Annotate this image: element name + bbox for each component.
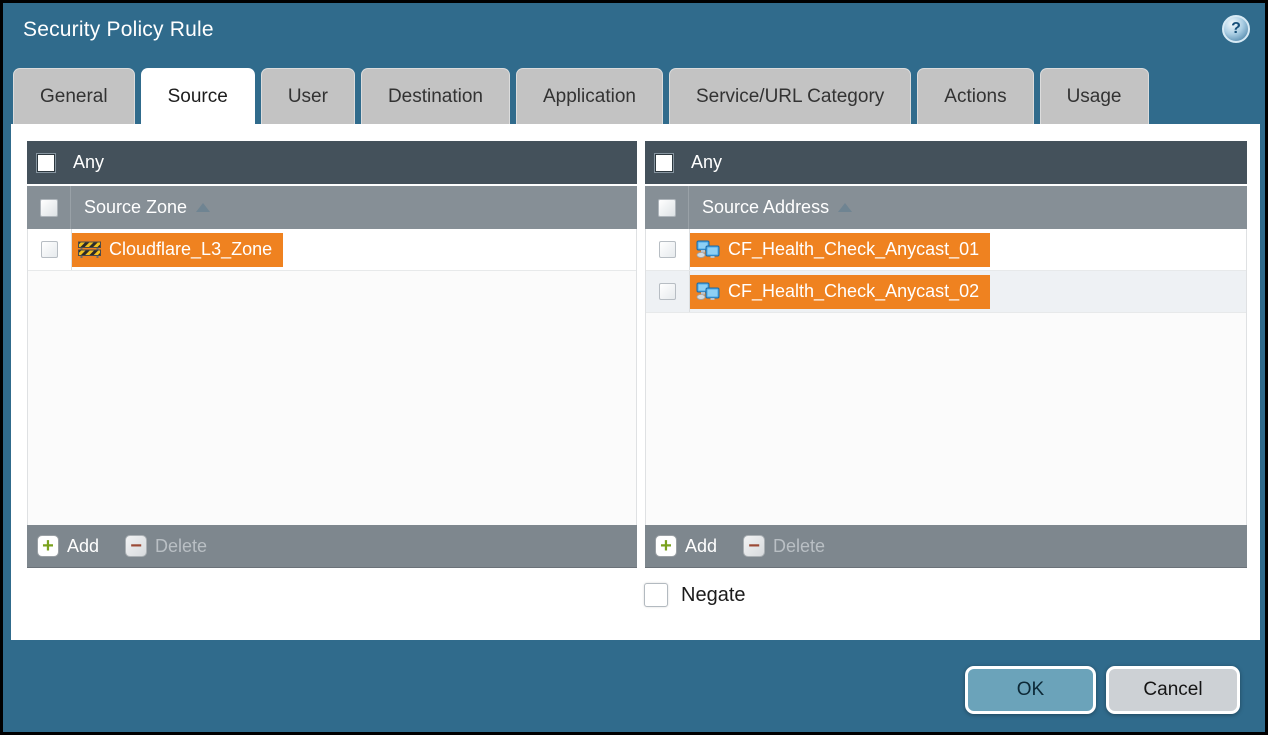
source-zone-any-bar: Any <box>27 141 637 184</box>
add-button-label: Add <box>685 536 717 557</box>
source-zone-select-all-checkbox[interactable] <box>40 199 58 217</box>
source-address-any-checkbox[interactable] <box>654 153 674 173</box>
source-address-select-all-checkbox[interactable] <box>658 199 676 217</box>
source-address-list: CF_Health_Check_Anycast_01 <box>645 229 1247 525</box>
tab-usage[interactable]: Usage <box>1040 68 1149 124</box>
row-checkbox-cell <box>646 229 690 270</box>
source-address-panel: Any Source Address <box>645 141 1247 568</box>
row-checkbox-cell <box>646 271 690 312</box>
source-address-row-label-2: CF_Health_Check_Anycast_02 <box>728 281 979 302</box>
row-checkbox-cell <box>28 229 72 270</box>
tab-service-url-category[interactable]: Service/URL Category <box>669 68 911 124</box>
source-zone-any-checkbox[interactable] <box>36 153 56 173</box>
source-address-column-title[interactable]: Source Address <box>702 197 852 218</box>
zone-icon <box>78 241 101 258</box>
help-icon[interactable]: ? <box>1222 15 1250 43</box>
source-address-delete-button[interactable]: − Delete <box>743 535 825 557</box>
source-zone-list: Cloudflare_L3_Zone <box>27 229 637 525</box>
address-icon <box>696 240 720 259</box>
dialog-title: Security Policy Rule <box>23 18 214 42</box>
source-address-any-label: Any <box>691 152 722 173</box>
help-icon-glyph: ? <box>1231 20 1241 38</box>
tab-application[interactable]: Application <box>516 68 663 124</box>
source-zone-any-label: Any <box>73 152 104 173</box>
delete-button-label: Delete <box>773 536 825 557</box>
add-button-label: Add <box>67 536 99 557</box>
address-icon <box>696 282 720 301</box>
source-tab-content: Any Source Zone <box>11 124 1260 640</box>
source-zone-row[interactable]: Cloudflare_L3_Zone <box>28 229 636 271</box>
cancel-button[interactable]: Cancel <box>1106 666 1240 714</box>
source-address-add-button[interactable]: + Add <box>655 535 717 557</box>
security-policy-rule-dialog: Security Policy Rule ? General Source Us… <box>0 0 1268 735</box>
source-address-row[interactable]: CF_Health_Check_Anycast_01 <box>646 229 1246 271</box>
source-address-row[interactable]: CF_Health_Check_Anycast_02 <box>646 271 1246 313</box>
source-zone-column-header: Source Zone <box>27 184 637 229</box>
source-address-any-bar: Any <box>645 141 1247 184</box>
delete-minus-icon: − <box>125 535 147 557</box>
tab-destination[interactable]: Destination <box>361 68 510 124</box>
negate-label: Negate <box>681 584 746 607</box>
source-zone-select-all-cell <box>27 186 71 229</box>
source-address-toolbar: + Add − Delete <box>645 525 1247 568</box>
negate-row: Negate <box>644 583 746 607</box>
sort-ascending-icon <box>838 203 852 212</box>
delete-button-label: Delete <box>155 536 207 557</box>
source-address-row-checkbox-2[interactable] <box>659 283 676 300</box>
source-zone-column-label: Source Zone <box>84 197 187 218</box>
sort-ascending-icon <box>196 203 210 212</box>
add-plus-icon: + <box>37 535 59 557</box>
source-zone-chip[interactable]: Cloudflare_L3_Zone <box>72 233 283 267</box>
negate-checkbox[interactable] <box>644 583 668 607</box>
source-address-row-label-1: CF_Health_Check_Anycast_01 <box>728 239 979 260</box>
source-address-column-header: Source Address <box>645 184 1247 229</box>
source-address-column-label: Source Address <box>702 197 829 218</box>
source-zone-row-checkbox[interactable] <box>41 241 58 258</box>
add-plus-icon: + <box>655 535 677 557</box>
source-address-row-checkbox-1[interactable] <box>659 241 676 258</box>
delete-minus-icon: − <box>743 535 765 557</box>
tab-bar: General Source User Destination Applicat… <box>13 68 1149 124</box>
ok-button[interactable]: OK <box>965 666 1096 714</box>
tab-user[interactable]: User <box>261 68 355 124</box>
source-zone-toolbar: + Add − Delete <box>27 525 637 568</box>
source-zone-row-label: Cloudflare_L3_Zone <box>109 239 272 260</box>
tab-actions[interactable]: Actions <box>917 68 1033 124</box>
tab-source[interactable]: Source <box>141 68 255 124</box>
tab-general[interactable]: General <box>13 68 135 124</box>
source-address-chip-2[interactable]: CF_Health_Check_Anycast_02 <box>690 275 990 309</box>
source-zone-panel: Any Source Zone <box>27 141 637 568</box>
source-address-chip-1[interactable]: CF_Health_Check_Anycast_01 <box>690 233 990 267</box>
source-zone-add-button[interactable]: + Add <box>37 535 99 557</box>
source-zone-delete-button[interactable]: − Delete <box>125 535 207 557</box>
source-zone-column-title[interactable]: Source Zone <box>84 197 210 218</box>
source-address-select-all-cell <box>645 186 689 229</box>
